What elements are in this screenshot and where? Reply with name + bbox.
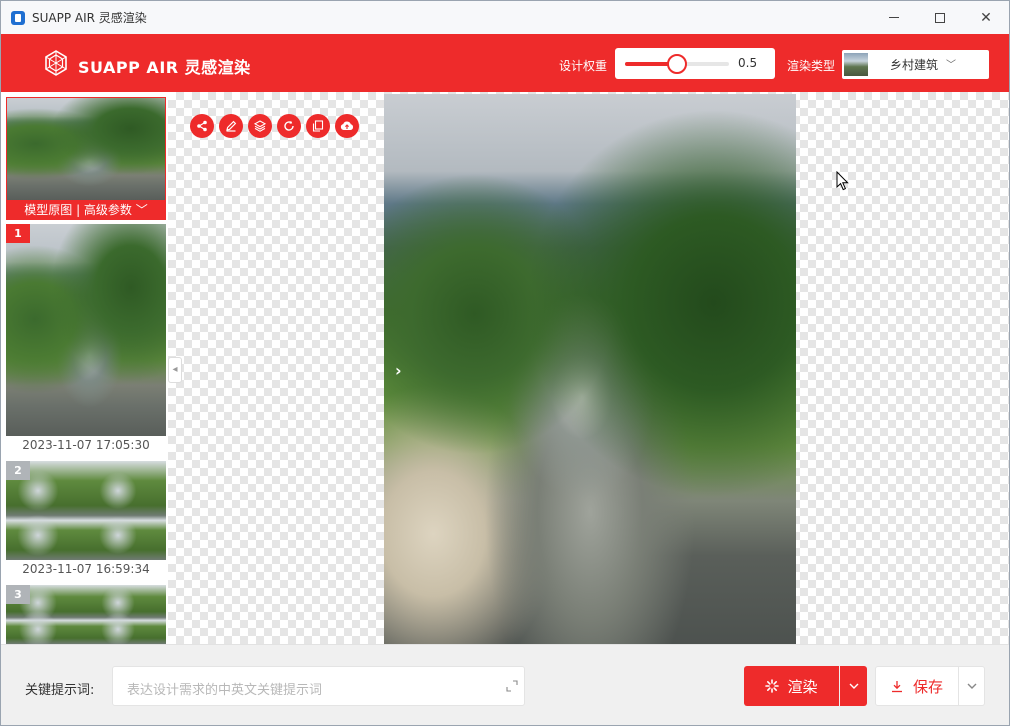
render-type-select[interactable]: 乡村建筑 ﹀	[842, 50, 989, 79]
result-number-badge: 1	[6, 224, 30, 243]
model-original-card[interactable]: 模型原图 | 高级参数 ﹀	[6, 97, 166, 220]
prompt-input[interactable]: 表达设计需求的中英文关键提示词	[112, 666, 525, 706]
maximize-icon	[935, 12, 945, 23]
result-card[interactable]: 3	[6, 585, 166, 644]
expand-icon[interactable]	[506, 680, 518, 692]
design-weight-label: 设计权重	[559, 59, 608, 73]
result-card[interactable]: 2 2023-11-07 16:59:34	[6, 461, 166, 579]
render-type-thumbnail	[844, 53, 868, 76]
brand-title: SUAPP AIR 灵感渲染	[78, 58, 251, 77]
chevron-down-icon	[849, 683, 858, 689]
prompt-bar: 关键提示词: 表达设计需求的中英文关键提示词 渲染 保存	[1, 644, 1009, 725]
minimize-button[interactable]	[871, 1, 917, 34]
design-weight-value: 0.5	[738, 56, 758, 70]
design-weight-control: 0.5	[615, 48, 775, 79]
design-weight-slider[interactable]	[625, 54, 729, 74]
result-card[interactable]: 1 2023-11-07 17:05:30	[6, 224, 166, 454]
window-title: SUAPP AIR 灵感渲染	[32, 11, 147, 25]
edit-button[interactable]	[219, 114, 243, 138]
title-bar: SUAPP AIR 灵感渲染 ✕	[1, 1, 1009, 34]
edit-icon	[226, 120, 237, 132]
save-button-label: 保存	[912, 677, 943, 696]
history-sidebar: 模型原图 | 高级参数 ﹀ 1 2023-11-07 17:05:30 2 20…	[1, 92, 168, 644]
maximize-button[interactable]	[917, 1, 963, 34]
render-options-dropdown[interactable]	[840, 666, 867, 706]
slider-thumb[interactable]	[667, 54, 687, 74]
upload-button[interactable]	[335, 114, 359, 138]
advanced-params-toggle[interactable]: 模型原图 | 高级参数 ﹀	[6, 201, 166, 220]
refresh-icon	[284, 120, 294, 131]
chevron-down-icon	[967, 683, 976, 689]
share-button[interactable]	[190, 114, 214, 138]
result-number-badge: 2	[6, 461, 30, 480]
result-number-badge: 3	[6, 585, 30, 604]
result-timestamp: 2023-11-07 16:59:34	[22, 562, 150, 576]
result-image	[6, 224, 166, 436]
prompt-placeholder: 表达设计需求的中英文关键提示词	[127, 683, 323, 698]
render-type-label: 渲染类型	[787, 59, 836, 73]
save-options-dropdown[interactable]	[959, 666, 985, 706]
minimize-icon	[889, 17, 899, 18]
share-icon	[197, 120, 207, 132]
prompt-label: 关键提示词:	[25, 683, 95, 698]
chevron-down-icon: ﹀	[946, 60, 956, 71]
render-button-label: 渲染	[787, 677, 818, 696]
result-timestamp: 2023-11-07 17:05:30	[22, 438, 150, 452]
layers-button[interactable]	[248, 114, 272, 138]
image-toolbar	[190, 114, 359, 138]
result-image	[6, 585, 166, 644]
result-image	[6, 461, 166, 560]
app-window: SUAPP AIR 灵感渲染 ✕ SUAPP AIR 灵感渲染 设计权重 0.5…	[0, 0, 1010, 726]
download-icon	[891, 680, 902, 692]
render-spinner-icon	[765, 679, 780, 693]
logo-icon	[45, 50, 67, 76]
rendered-image[interactable]	[384, 94, 796, 644]
render-type-value: 乡村建筑	[890, 58, 939, 72]
window-controls: ✕	[871, 1, 1009, 34]
app-header: SUAPP AIR 灵感渲染 设计权重 0.5 渲染类型 乡村建筑 ﹀	[1, 34, 1009, 92]
copy-button[interactable]	[306, 114, 330, 138]
app-icon	[11, 10, 25, 25]
upload-cloud-icon	[340, 121, 354, 130]
close-icon: ✕	[980, 9, 992, 26]
sidebar-collapse-handle[interactable]: ◂	[168, 357, 182, 383]
layers-icon	[254, 120, 266, 132]
mouse-cursor-icon	[836, 171, 849, 191]
render-button[interactable]: 渲染	[744, 666, 839, 706]
model-original-image	[6, 97, 166, 201]
close-button[interactable]: ✕	[963, 1, 1009, 34]
workspace: 模型原图 | 高级参数 ﹀ 1 2023-11-07 17:05:30 2 20…	[1, 92, 1009, 644]
copy-icon	[312, 120, 324, 132]
save-button[interactable]: 保存	[875, 666, 959, 706]
next-image-arrow[interactable]: ›	[395, 361, 402, 380]
regenerate-button[interactable]	[277, 114, 301, 138]
